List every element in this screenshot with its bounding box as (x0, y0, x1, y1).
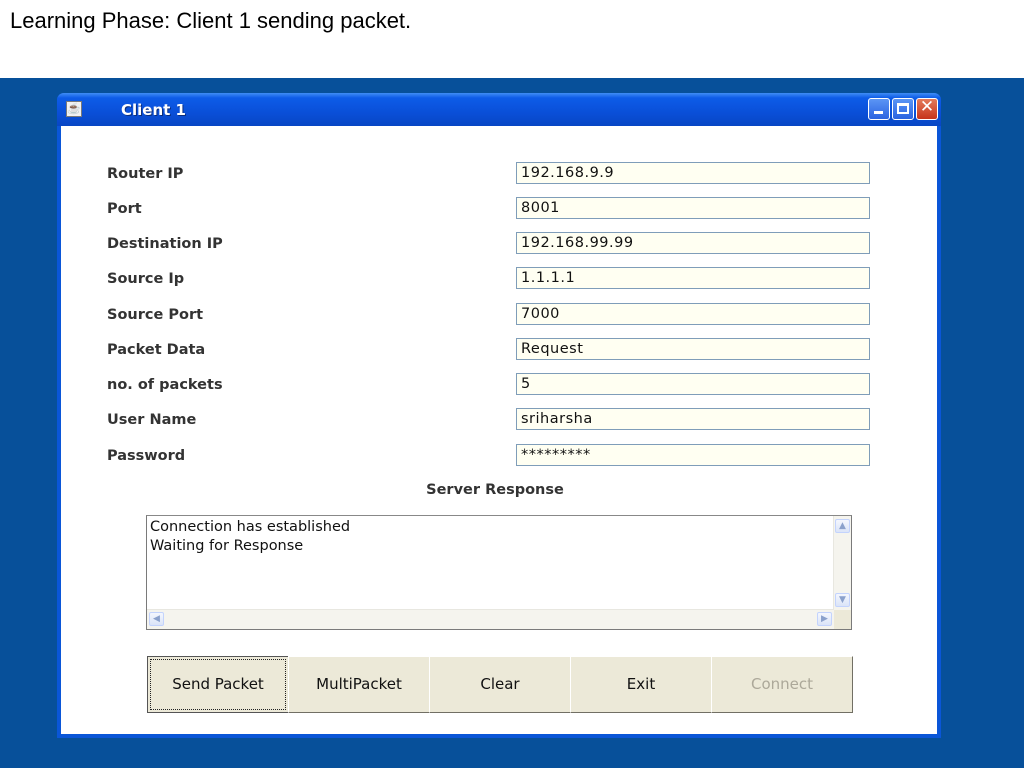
connect-button[interactable]: Connect (711, 656, 853, 713)
source-port-input[interactable] (516, 303, 870, 325)
clear-label: Clear (480, 675, 520, 693)
exit-button[interactable]: Exit (570, 656, 712, 713)
maximize-icon (897, 103, 909, 114)
password-input[interactable] (516, 444, 870, 466)
source-ip-input[interactable] (516, 267, 870, 289)
destination-ip-row: Destination IP (61, 232, 937, 256)
packet-count-input[interactable] (516, 373, 870, 395)
multi-packet-label: MultiPacket (316, 675, 402, 693)
send-packet-button[interactable]: Send Packet (147, 656, 289, 713)
minimize-button[interactable] (868, 98, 890, 120)
source-ip-row: Source Ip (61, 267, 937, 291)
server-response-textarea[interactable]: Connection has established Waiting for R… (146, 515, 852, 630)
port-label: Port (107, 201, 142, 217)
packet-count-row: no. of packets (61, 373, 937, 397)
password-label: Password (107, 448, 186, 464)
scroll-up-icon[interactable]: ▲ (835, 519, 850, 533)
server-response-label: Server Response (426, 482, 564, 498)
password-row: Password (61, 444, 937, 468)
horizontal-scrollbar[interactable]: ◀ ▶ (147, 609, 834, 629)
port-row: Port (61, 197, 937, 221)
slide-caption: Learning Phase: Client 1 sending packet. (10, 8, 412, 33)
window-content: Router IP Port Destination IP Source Ip … (61, 126, 937, 734)
user-name-label: User Name (107, 412, 197, 428)
destination-ip-input[interactable] (516, 232, 870, 254)
focus-ring (150, 659, 286, 710)
packet-count-label: no. of packets (107, 377, 223, 393)
packet-data-label: Packet Data (107, 342, 206, 358)
router-ip-row: Router IP (61, 162, 937, 186)
destination-ip-label: Destination IP (107, 236, 223, 252)
port-input[interactable] (516, 197, 870, 219)
multi-packet-button[interactable]: MultiPacket (288, 656, 430, 713)
packet-data-input[interactable] (516, 338, 870, 360)
clear-button[interactable]: Clear (429, 656, 571, 713)
source-ip-label: Source Ip (107, 271, 185, 287)
router-ip-label: Router IP (107, 166, 184, 182)
exit-label: Exit (626, 675, 656, 693)
router-ip-input[interactable] (516, 162, 870, 184)
scrollbar-corner (834, 610, 851, 629)
packet-data-row: Packet Data (61, 338, 937, 362)
window-titlebar[interactable]: ☕ Client 1 ✕ (57, 93, 941, 126)
scroll-down-icon[interactable]: ▼ (835, 593, 850, 607)
client-window: ☕ Client 1 ✕ Router IP Port Destination … (57, 93, 941, 738)
user-name-row: User Name (61, 408, 937, 432)
close-button[interactable]: ✕ (916, 97, 938, 120)
close-icon: ✕ (919, 97, 935, 117)
java-cup-icon: ☕ (66, 101, 82, 117)
user-name-input[interactable] (516, 408, 870, 430)
source-port-label: Source Port (107, 307, 204, 323)
scroll-right-icon[interactable]: ▶ (817, 612, 832, 626)
vertical-scrollbar[interactable]: ▲ ▼ (833, 516, 851, 610)
minimize-icon (874, 111, 883, 114)
source-port-row: Source Port (61, 303, 937, 327)
server-response-text: Connection has established Waiting for R… (150, 519, 351, 554)
scroll-left-icon[interactable]: ◀ (149, 612, 164, 626)
window-title: Client 1 (121, 101, 186, 119)
maximize-button[interactable] (892, 98, 914, 120)
connect-label: Connect (750, 675, 814, 693)
